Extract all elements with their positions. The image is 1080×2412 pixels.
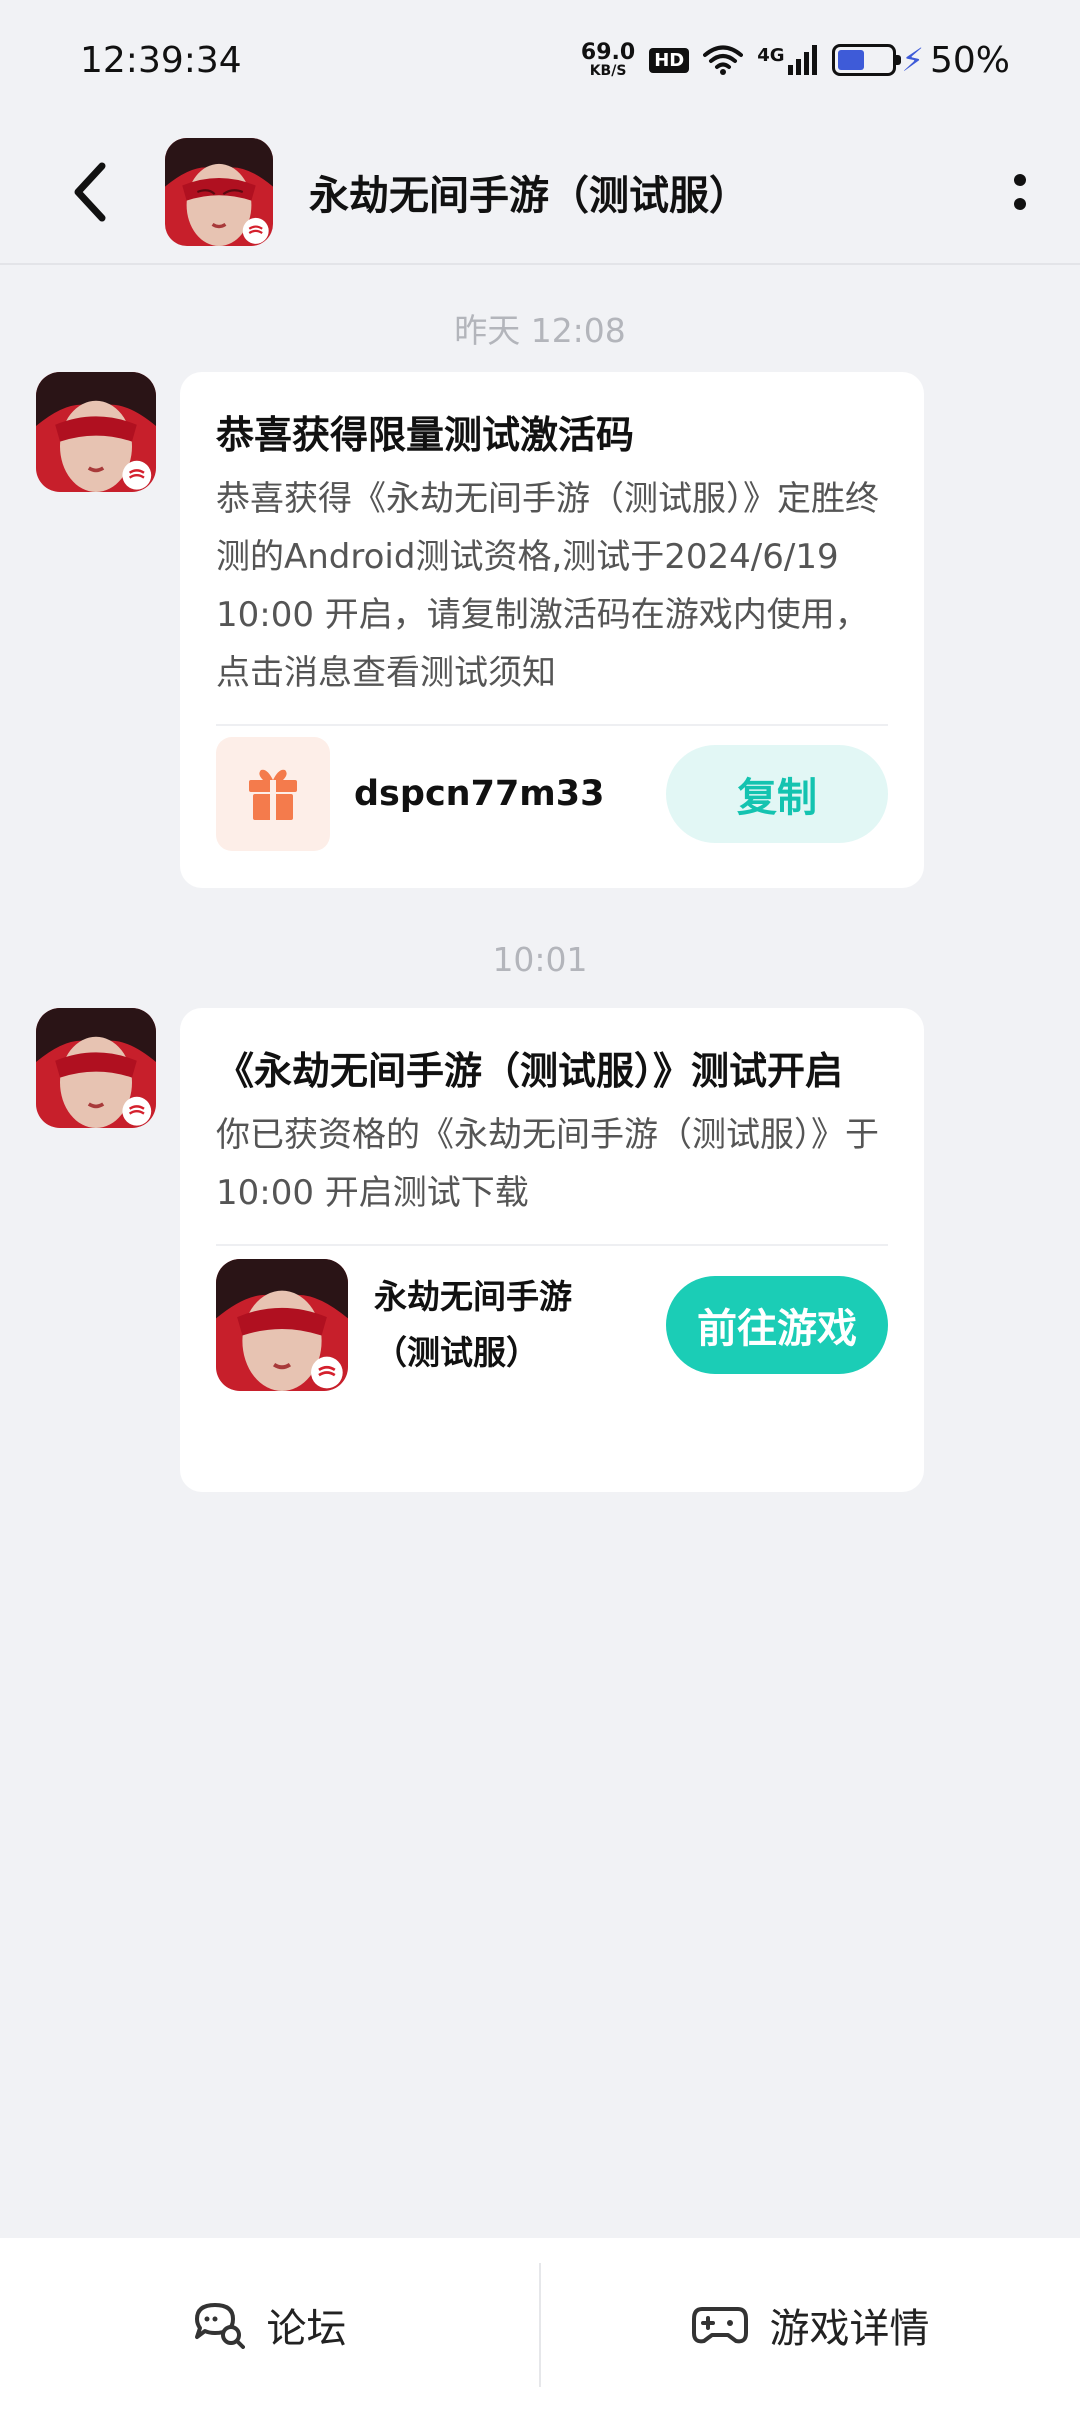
charging-icon: ⚡ [901, 41, 924, 79]
forum-tab[interactable]: 论坛 [0, 2238, 539, 2412]
wifi-icon [703, 45, 744, 75]
signal-bars-icon [787, 45, 817, 75]
game-details-tab[interactable]: 游戏详情 [541, 2238, 1080, 2412]
card-body: 恭喜获得《永劫无间手游（测试服）》定胜终测的Android测试资格,测试于202… [216, 479, 879, 693]
game-avatar-icon [36, 372, 156, 492]
more-vertical-icon [1014, 174, 1026, 186]
network-speed-value: 69.0 [580, 40, 636, 65]
activation-code: dspcn77m33 [354, 774, 605, 814]
sender-avatar[interactable] [36, 372, 156, 492]
gamepad-icon [691, 2307, 748, 2344]
activation-code-row: dspcn77m33 复制 [216, 726, 888, 862]
game-avatar-icon [36, 1008, 156, 1128]
network-speed: 69.0 KB/S [580, 40, 636, 79]
card-title: 《永劫无间手游（测试服）》测试开启 [216, 1049, 844, 1093]
card-title: 恭喜获得限量测试激活码 [216, 413, 635, 457]
game-details-label: 游戏详情 [769, 2306, 930, 2352]
test-open-card[interactable]: 《永劫无间手游（测试服）》测试开启 你已获资格的《永劫无间手游（测试服）》于 1… [180, 1008, 924, 1492]
bottom-bar: 论坛 游戏详情 [0, 2238, 1080, 2412]
network-type-label: 4G [757, 45, 785, 66]
sender-avatar[interactable] [36, 1008, 156, 1128]
message-timestamp: 10:01 [492, 940, 588, 979]
card-body: 你已获资格的《永劫无间手游（测试服）》于 10:00 开启测试下载 [216, 1115, 879, 1213]
page-title: 永劫无间手游（测试服） [309, 172, 749, 219]
status-bar: 12:39:34 69.0 KB/S HD 4G ⚡ 50% [0, 0, 1080, 120]
activation-code-card[interactable]: 恭喜获得限量测试激活码 恭喜获得《永劫无间手游（测试服）》定胜终测的Androi… [180, 372, 924, 888]
copy-button[interactable]: 复制 [666, 745, 888, 843]
more-options-button[interactable] [998, 160, 1042, 224]
status-time: 12:39:34 [80, 39, 242, 81]
game-name-line: （测试服） [374, 1333, 539, 1372]
chevron-left-icon [74, 162, 106, 221]
battery-indicator: ⚡ 50% [831, 39, 1010, 81]
message-timestamp: 昨天 12:08 [454, 311, 626, 350]
game-name: 永劫无间手游 （测试服） [374, 1269, 666, 1381]
battery-icon [831, 44, 901, 76]
go-to-game-button[interactable]: 前往游戏 [666, 1276, 888, 1374]
gift-icon [249, 769, 297, 820]
game-avatar-icon [216, 1259, 348, 1391]
game-avatar-icon [165, 137, 273, 246]
chat-header: 永劫无间手游（测试服） [0, 120, 1080, 265]
network-speed-unit: KB/S [589, 63, 627, 79]
more-vertical-icon-dot [1014, 198, 1026, 210]
battery-percent: 50% [929, 39, 1010, 81]
forum-label: 论坛 [266, 2306, 347, 2352]
hd-badge: HD [649, 47, 690, 73]
chat-search-icon [194, 2303, 245, 2349]
game-icon[interactable] [216, 1259, 348, 1391]
chat-screen: 12:39:34 69.0 KB/S HD 4G ⚡ 50% 永劫无间手游（测试… [0, 0, 1080, 2412]
game-name-line: 永劫无间手游 [374, 1277, 572, 1316]
game-avatar[interactable] [165, 137, 273, 246]
status-icons: 69.0 KB/S HD 4G ⚡ 50% [581, 40, 1010, 81]
gift-badge [216, 737, 330, 851]
cellular-signal: 4G [757, 45, 817, 75]
back-button[interactable] [55, 157, 125, 227]
game-row: 永劫无间手游 （测试服） 前往游戏 [216, 1246, 888, 1404]
